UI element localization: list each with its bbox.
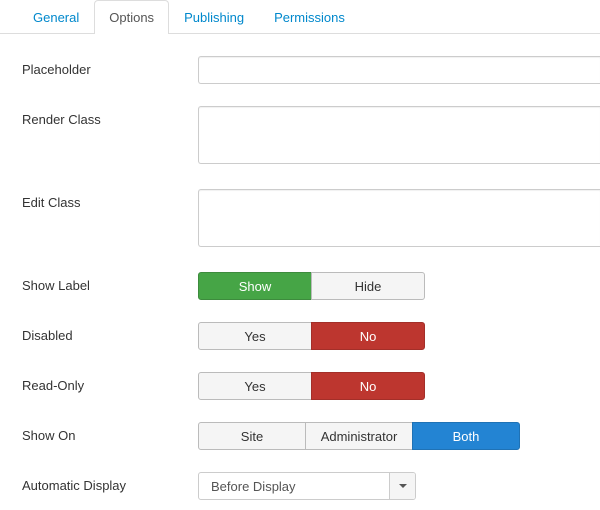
tab-permissions[interactable]: Permissions bbox=[259, 0, 360, 34]
tab-options[interactable]: Options bbox=[94, 0, 169, 34]
edit-class-input[interactable] bbox=[198, 189, 600, 247]
label-read-only: Read-Only bbox=[22, 372, 198, 393]
label-edit-class: Edit Class bbox=[22, 189, 198, 210]
row-show-label: Show Label Show Hide bbox=[22, 272, 600, 300]
chevron-down-icon bbox=[399, 484, 407, 488]
show-on-both-button[interactable]: Both bbox=[412, 422, 520, 450]
row-automatic-display: Automatic Display Before Display bbox=[22, 472, 600, 500]
row-render-class: Render Class bbox=[22, 106, 600, 167]
read-only-yes-button[interactable]: Yes bbox=[198, 372, 312, 400]
show-on-admin-button[interactable]: Administrator bbox=[305, 422, 413, 450]
automatic-display-caret[interactable] bbox=[389, 473, 415, 499]
label-show-on: Show On bbox=[22, 422, 198, 443]
disabled-no-button[interactable]: No bbox=[311, 322, 425, 350]
label-automatic-display: Automatic Display bbox=[22, 472, 198, 493]
show-label-group: Show Hide bbox=[198, 272, 425, 300]
disabled-yes-button[interactable]: Yes bbox=[198, 322, 312, 350]
show-on-site-button[interactable]: Site bbox=[198, 422, 306, 450]
automatic-display-select[interactable]: Before Display bbox=[198, 472, 416, 500]
label-disabled: Disabled bbox=[22, 322, 198, 343]
row-placeholder: Placeholder bbox=[22, 56, 600, 84]
label-placeholder: Placeholder bbox=[22, 56, 198, 77]
show-label-hide-button[interactable]: Hide bbox=[311, 272, 425, 300]
tab-bar: General Options Publishing Permissions bbox=[0, 0, 600, 34]
row-read-only: Read-Only Yes No bbox=[22, 372, 600, 400]
row-show-on: Show On Site Administrator Both bbox=[22, 422, 600, 450]
label-show-label: Show Label bbox=[22, 272, 198, 293]
show-on-group: Site Administrator Both bbox=[198, 422, 520, 450]
row-disabled: Disabled Yes No bbox=[22, 322, 600, 350]
label-render-class: Render Class bbox=[22, 106, 198, 127]
options-form: Placeholder Render Class Edit Class Show… bbox=[0, 34, 600, 500]
automatic-display-value: Before Display bbox=[199, 473, 389, 499]
render-class-input[interactable] bbox=[198, 106, 600, 164]
disabled-group: Yes No bbox=[198, 322, 425, 350]
read-only-no-button[interactable]: No bbox=[311, 372, 425, 400]
placeholder-input[interactable] bbox=[198, 56, 600, 84]
tab-general[interactable]: General bbox=[18, 0, 94, 34]
show-label-show-button[interactable]: Show bbox=[198, 272, 312, 300]
row-edit-class: Edit Class bbox=[22, 189, 600, 250]
read-only-group: Yes No bbox=[198, 372, 425, 400]
tab-publishing[interactable]: Publishing bbox=[169, 0, 259, 34]
